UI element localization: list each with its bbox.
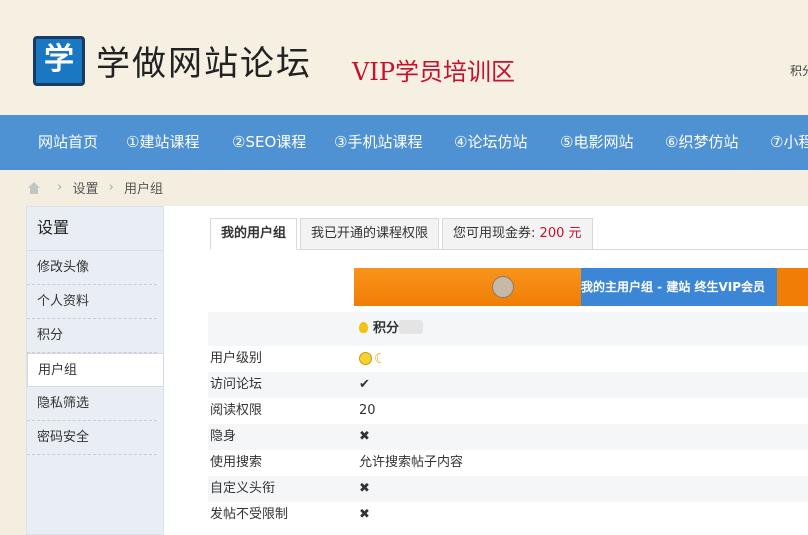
cross-icon: ✖ bbox=[359, 481, 370, 496]
breadcrumb-settings[interactable]: 设置 bbox=[72, 178, 98, 197]
sidebar-item-user-group[interactable]: 用户组 bbox=[27, 353, 164, 387]
tab-cash-coupon[interactable]: 您可用现金券: 200 元 bbox=[442, 218, 593, 250]
site-header: 学 学做网站论坛 VIP学员培训区 积分 bbox=[0, 0, 808, 115]
row-label: 阅读权限 bbox=[210, 403, 263, 418]
check-icon: ✔ bbox=[359, 377, 370, 392]
row-label: 隐身 bbox=[210, 429, 237, 444]
sidebar-item-privacy[interactable]: 隐私筛选 bbox=[27, 387, 157, 421]
tab-my-user-group[interactable]: 我的用户组 bbox=[210, 218, 298, 250]
nav-item-seo-course[interactable]: ②SEO课程 bbox=[232, 115, 306, 170]
row-value: 20 bbox=[359, 403, 376, 418]
user-group-banner: 我的主用户组 - 建站 终生VIP会员 bbox=[354, 268, 808, 306]
nav-item-movie-site[interactable]: ⑤电影网站 bbox=[560, 115, 633, 170]
main-nav: 网站首页 ①建站课程 ②SEO课程 ③手机站课程 ④论坛仿站 ⑤电影网站 ⑥织梦… bbox=[0, 115, 808, 170]
tab-bar: 我的用户组 我已开通的课程权限 您可用现金券: 200 元 bbox=[210, 218, 596, 250]
settings-sidebar: 设置 修改头像 个人资料 积分 用户组 隐私筛选 密码安全 bbox=[26, 206, 164, 535]
cash-value: 200 元 bbox=[539, 226, 582, 241]
row-label: 发帖不受限制 bbox=[210, 507, 289, 522]
table-row: 阅读权限 20 bbox=[208, 398, 808, 424]
table-row: 使用搜索 允许搜索帖子内容 bbox=[208, 450, 808, 476]
row-label: 访问论坛 bbox=[210, 377, 263, 392]
breadcrumb-user-group[interactable]: 用户组 bbox=[124, 178, 163, 197]
table-row: 用户级别 ☾ bbox=[208, 346, 808, 372]
sidebar-item-password[interactable]: 密码安全 bbox=[27, 421, 157, 455]
site-title[interactable]: 学做网站论坛 bbox=[96, 36, 312, 85]
home-icon[interactable] bbox=[27, 181, 41, 194]
row-label: 用户级别 bbox=[210, 351, 263, 366]
row-label: 使用搜索 bbox=[210, 455, 263, 470]
sidebar-title: 设置 bbox=[27, 207, 163, 251]
points-blurred-value bbox=[399, 320, 424, 334]
breadcrumb: › 设置 › 用户组 bbox=[27, 178, 163, 198]
chevron-right-icon: › bbox=[57, 180, 63, 195]
group-badge-icon bbox=[492, 276, 514, 298]
group-column-orange-right bbox=[777, 268, 808, 306]
group-column-orange bbox=[354, 268, 581, 306]
table-row: 自定义头衔 ✖ bbox=[208, 476, 808, 502]
sidebar-item-profile[interactable]: 个人资料 bbox=[27, 285, 157, 319]
header-points-link[interactable]: 积分 bbox=[790, 62, 808, 79]
cross-icon: ✖ bbox=[359, 507, 370, 522]
row-label: 自定义头衔 bbox=[210, 481, 276, 496]
nav-item-mobile-course[interactable]: ③手机站课程 bbox=[334, 115, 422, 170]
tab-course-rights[interactable]: 我已开通的课程权限 bbox=[300, 218, 440, 250]
sidebar-item-points[interactable]: 积分 bbox=[27, 319, 157, 353]
permission-table: 积分 用户级别 ☾ 访问论坛 ✔ 阅读权限 20 隐身 ✖ 使用搜索 允许搜索帖… bbox=[208, 312, 808, 528]
nav-item-dede-clone[interactable]: ⑥织梦仿站 bbox=[665, 115, 738, 170]
level-cell: ☾ bbox=[359, 346, 387, 373]
site-subtitle: VIP学员培训区 bbox=[352, 58, 515, 86]
smiley-icon bbox=[359, 352, 372, 365]
row-value: 允许搜索帖子内容 bbox=[359, 455, 464, 470]
logo-icon[interactable]: 学 bbox=[33, 36, 85, 86]
nav-item-home[interactable]: 网站首页 bbox=[38, 115, 98, 170]
cash-label: 您可用现金券: bbox=[453, 226, 540, 241]
table-row: 访问论坛 ✔ bbox=[208, 372, 808, 398]
nav-item-forum-clone[interactable]: ④论坛仿站 bbox=[454, 115, 527, 170]
chevron-right-icon: › bbox=[108, 180, 114, 195]
moon-icon: ☾ bbox=[374, 351, 387, 367]
bulb-icon bbox=[359, 322, 368, 333]
cross-icon: ✖ bbox=[359, 429, 370, 444]
nav-item-build-course[interactable]: ①建站课程 bbox=[126, 115, 199, 170]
points-row: 积分 bbox=[208, 312, 808, 346]
nav-item-mini-program[interactable]: ⑦小程 bbox=[770, 115, 808, 170]
table-row: 隐身 ✖ bbox=[208, 424, 808, 450]
points-cell: 积分 bbox=[359, 312, 424, 346]
sidebar-item-avatar[interactable]: 修改头像 bbox=[27, 251, 157, 285]
main-content: 我的用户组 我已开通的课程权限 您可用现金券: 200 元 我的主用户组 - 建站 … bbox=[164, 206, 808, 535]
table-row: 发帖不受限制 ✖ bbox=[208, 502, 808, 528]
main-group-label: 我的主用户组 - 建站 终生VIP会员 bbox=[581, 268, 777, 306]
points-label: 积分 bbox=[373, 321, 400, 336]
